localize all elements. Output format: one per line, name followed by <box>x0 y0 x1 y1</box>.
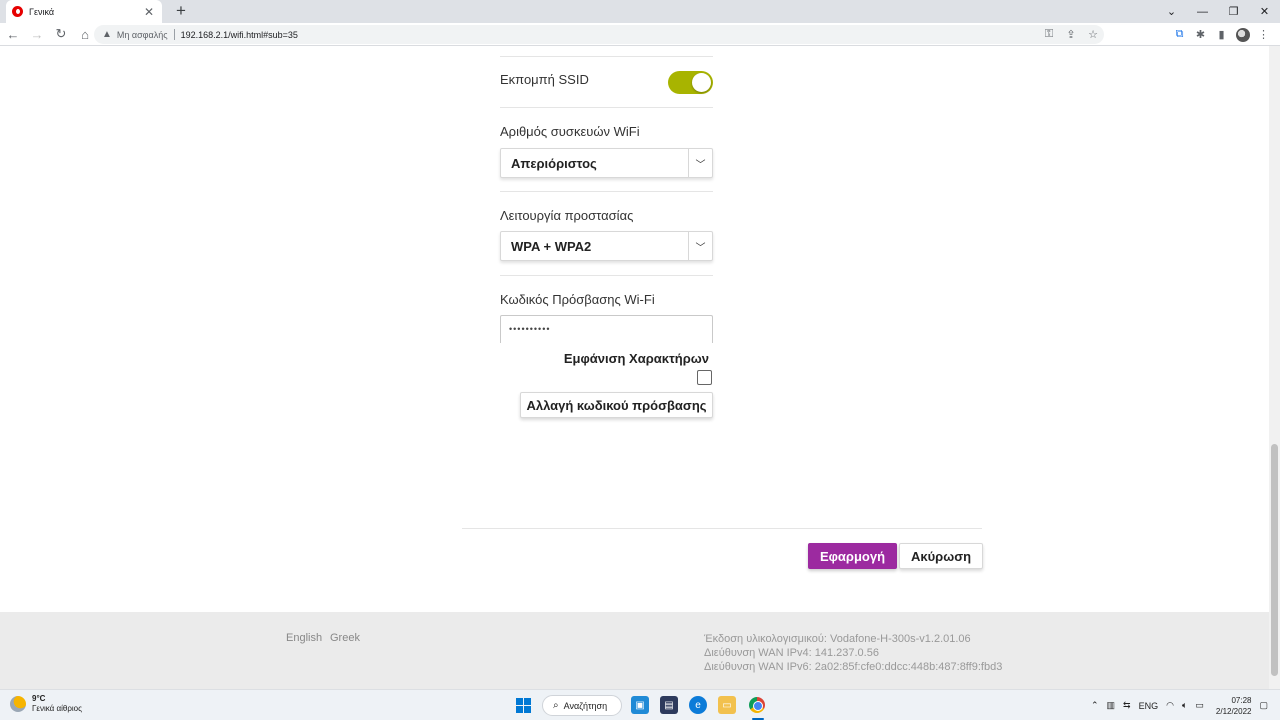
close-tab-icon[interactable]: ✕ <box>142 5 156 19</box>
file-explorer-icon[interactable]: ▭ <box>718 696 736 714</box>
clock-date: 2/12/2022 <box>1215 706 1252 716</box>
windows-taskbar: 9°C Γενικά αίθριος ⌕ Αναζήτηση ▣ ▤ e ▭ ⌃… <box>0 689 1280 720</box>
chevron-down-icon[interactable]: ﹀ <box>688 149 712 177</box>
taskbar-search[interactable]: ⌕ Αναζήτηση <box>542 695 622 716</box>
firmware-version: Έκδοση υλικολογισμικού: Vodafone-H-300s-… <box>704 633 971 645</box>
address-bar[interactable]: ▲ Μη ασφαλής 192.168.2.1/wifi.html#sub=3… <box>94 25 1104 44</box>
page-scrollbar[interactable] <box>1269 46 1280 689</box>
browser-tab[interactable]: Γενικά ✕ <box>6 0 162 23</box>
profile-avatar[interactable] <box>1232 24 1253 45</box>
weather-description: Γενικά αίθριος <box>32 704 82 713</box>
device-count-select[interactable]: Απεριόριστος ﹀ <box>500 148 713 178</box>
reload-icon[interactable]: ↻ <box>50 23 72 45</box>
language-indicator[interactable]: ENG <box>1139 701 1159 711</box>
wifi-password-input[interactable]: •••••••••• <box>500 315 713 343</box>
home-icon[interactable]: ⌂ <box>74 23 96 45</box>
security-mode-label: Λειτουργία προστασίας <box>500 208 634 223</box>
actions-divider <box>462 528 982 529</box>
new-tab-button[interactable]: + <box>172 2 190 20</box>
toolbar-icons: ⧉ ✱ ▮ ⋮ <box>1169 23 1274 46</box>
page-footer: English Greek Έκδοση υλικολογισμικού: Vo… <box>0 612 1269 689</box>
apply-button[interactable]: Εφαρμογή <box>808 543 897 569</box>
wifi-icon[interactable]: ◠ <box>1166 700 1174 711</box>
device-count-value[interactable]: Απεριόριστος <box>501 156 688 171</box>
address-separator <box>173 29 175 40</box>
chevron-up-icon[interactable]: ⌃ <box>1091 700 1099 711</box>
weather-text: 9°C Γενικά αίθριος <box>32 694 82 714</box>
search-icon: ⌕ <box>553 700 559 711</box>
restore-icon[interactable]: ❐ <box>1218 0 1249 23</box>
security-label[interactable]: Μη ασφαλής <box>117 30 168 40</box>
divider <box>500 107 713 108</box>
wan-ipv6: Διεύθυνση WAN IPv6: 2a02:85f:cfe0:ddcc:4… <box>704 661 1003 673</box>
system-tray: ⌃ ▥ ⇆ ENG ◠ 🔈︎ ▭ 07:28 2/12/2022 ▢ <box>1083 690 1268 720</box>
weather-temperature: 9°C <box>32 694 46 703</box>
show-characters-checkbox[interactable] <box>697 370 712 385</box>
task-view-icon[interactable]: ▣ <box>631 696 649 714</box>
change-password-button[interactable]: Αλλαγή κωδικού πρόσβασης <box>520 392 713 418</box>
weather-widget[interactable]: 9°C Γενικά αίθριος <box>10 694 82 714</box>
store-icon[interactable]: ▤ <box>660 696 678 714</box>
translate-icon[interactable]: ⧉ <box>1169 24 1190 45</box>
tab-search-icon[interactable]: ⌄ <box>1156 0 1187 23</box>
network-adapter-icon[interactable]: ⇆ <box>1123 700 1131 711</box>
language-english-link[interactable]: English <box>286 632 322 644</box>
divider <box>500 191 713 192</box>
clock-time: 07:28 <box>1231 695 1252 705</box>
ssid-broadcast-toggle[interactable] <box>668 71 713 94</box>
browser-toolbar: ← → ↻ ⌂ ▲ Μη ασφαλής 192.168.2.1/wifi.ht… <box>0 23 1280 46</box>
warning-icon[interactable]: ▲ <box>102 29 112 40</box>
url-text[interactable]: 192.168.2.1/wifi.html#sub=35 <box>181 30 298 40</box>
windows-start-icon[interactable] <box>516 698 531 713</box>
taskbar-search-label: Αναζήτηση <box>563 700 608 711</box>
chevron-down-icon[interactable]: ﹀ <box>688 232 712 260</box>
forward-icon[interactable]: → <box>26 23 48 45</box>
battery-icon[interactable]: ▭ <box>1195 700 1204 711</box>
language-greek-link[interactable]: Greek <box>330 632 360 644</box>
address-bar-actions: ⚿ ⇪ ☆ <box>1038 25 1104 44</box>
volume-icon[interactable]: 🔈︎ <box>1182 700 1187 711</box>
edge-icon[interactable]: e <box>689 696 707 714</box>
share-icon[interactable]: ⇪ <box>1060 28 1082 41</box>
chrome-taskbar-icon[interactable] <box>748 696 766 714</box>
key-icon[interactable]: ⚿ <box>1038 28 1060 41</box>
divider <box>500 56 713 57</box>
close-window-icon[interactable]: ✕ <box>1249 0 1280 23</box>
device-count-label: Αριθμός συσκευών WiFi <box>500 124 640 139</box>
security-mode-value[interactable]: WPA + WPA2 <box>501 239 688 254</box>
window-controls: ⌄ — ❐ ✕ <box>1156 0 1280 23</box>
tab-title: Γενικά <box>29 6 55 17</box>
partly-cloudy-icon <box>10 696 26 712</box>
notifications-icon[interactable]: ▢ <box>1259 700 1268 711</box>
star-icon[interactable]: ☆ <box>1082 28 1104 41</box>
clock[interactable]: 07:28 2/12/2022 <box>1216 695 1252 717</box>
back-icon[interactable]: ← <box>2 23 24 45</box>
minimize-icon[interactable]: — <box>1187 0 1218 23</box>
browser-tab-strip: Γενικά ✕ + ⌄ — ❐ ✕ <box>0 0 1280 23</box>
toggle-knob <box>692 73 711 92</box>
vodafone-favicon-icon <box>12 6 23 17</box>
wifi-password-label: Κωδικός Πρόσβασης Wi-Fi <box>500 292 655 307</box>
show-characters-label: Εμφάνιση Χαρακτήρων <box>563 351 709 366</box>
divider <box>500 275 713 276</box>
cancel-button[interactable]: Ακύρωση <box>899 543 983 569</box>
router-info: Έκδοση υλικολογισμικού: Vodafone-H-300s-… <box>704 632 1002 674</box>
meet-icon[interactable]: ▥ <box>1107 700 1116 711</box>
extensions-icon[interactable]: ✱ <box>1190 24 1211 45</box>
wan-ipv4: Διεύθυνση WAN IPv4: 141.237.0.56 <box>704 647 879 659</box>
side-panel-icon[interactable]: ▮ <box>1211 24 1232 45</box>
scrollbar-thumb[interactable] <box>1271 444 1278 676</box>
menu-icon[interactable]: ⋮ <box>1253 24 1274 45</box>
ssid-broadcast-label: Εκπομπή SSID <box>500 72 589 87</box>
security-mode-select[interactable]: WPA + WPA2 ﹀ <box>500 231 713 261</box>
